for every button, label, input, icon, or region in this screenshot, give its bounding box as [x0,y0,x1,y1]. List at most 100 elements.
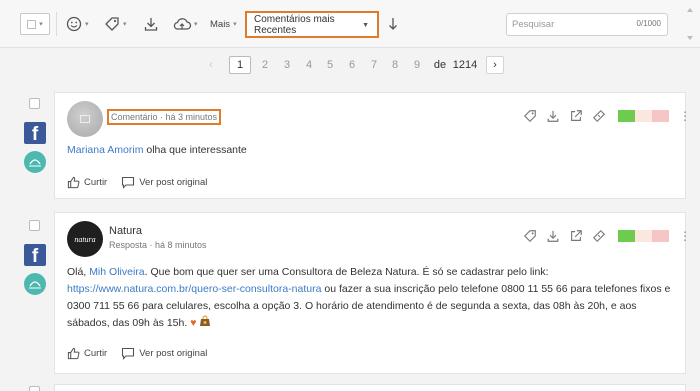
next-page-button[interactable]: › [486,56,504,74]
pagination-of-label: de [433,59,447,71]
divider [56,12,57,36]
chevron-down-icon: ▾ [85,21,89,28]
post-type-timestamp: Resposta · há 8 minutos [109,240,207,250]
chevron-down-icon: ▾ [194,21,198,28]
tag-icon[interactable] [523,229,537,243]
facebook-icon: f [24,244,46,266]
external-link-icon[interactable] [569,109,583,123]
view-original-label: Ver post original [139,348,208,359]
image-placeholder-icon [80,115,90,123]
post-text-intro: Olá, [67,266,90,278]
sort-dropdown[interactable]: Comentários mais Recentes ▼ [245,11,379,38]
like-button[interactable]: Curtir [67,176,107,189]
natura-brand-icon [24,273,46,295]
post-text-part-2: . Que bom que quer ser uma Consultora de… [144,266,549,278]
pagination: ‹ 1 2 3 4 5 6 7 8 9 de 1214 › [0,56,700,74]
sentiment-selector [618,110,669,122]
pagination-total[interactable]: 1214 [450,56,480,74]
cloud-upload-icon [173,18,192,30]
more-button[interactable]: Mais ▾ [210,13,237,35]
facebook-icon: f [24,122,46,144]
search-box: 0/1000 [506,13,668,36]
prev-page-button[interactable]: ‹ [202,56,220,74]
download-icon[interactable] [546,229,560,243]
search-input[interactable] [507,14,617,35]
like-label: Curtir [84,177,108,188]
page-4[interactable]: 4 [300,56,318,74]
thumbs-up-icon [67,347,80,360]
view-original-post-button[interactable]: Ver post original [121,347,207,360]
bag-emoji-icon [200,315,211,326]
post-footer: Curtir Ver post original [67,347,221,360]
post-actions: ⋮ [523,229,691,243]
tag-icon [105,17,119,31]
post-text: Mariana Amorim olha que interessante [67,142,677,159]
download-button[interactable] [143,13,159,35]
post-actions: ⋮ [523,109,691,123]
sentiment-neutral[interactable] [635,110,652,122]
like-button[interactable]: Curtir [67,347,107,360]
post-card-1: Comentário · há 3 minutos ⋮ Mariana Amor… [54,92,691,199]
ticket-icon[interactable] [592,229,606,243]
more-options-icon[interactable]: ⋮ [679,230,691,242]
comment-icon [122,347,135,360]
page-8[interactable]: 8 [386,56,404,74]
post-1-checkbox[interactable] [29,98,40,109]
page-3[interactable]: 3 [278,56,296,74]
more-label: Mais [210,18,231,30]
post-2-checkbox[interactable] [29,220,40,231]
page-7[interactable]: 7 [365,56,383,74]
more-options-icon[interactable]: ⋮ [679,110,691,122]
author-name[interactable]: Natura [109,225,142,237]
avatar: natura [67,221,103,257]
chevron-down-icon: ▾ [39,21,43,28]
page-2[interactable]: 2 [256,56,274,74]
post-card-3 [54,384,686,391]
page-1[interactable]: 1 [229,56,251,74]
orange-heart-icon: ♥ [190,317,197,329]
mention-link[interactable]: Mariana Amorim [67,144,143,156]
sentiment-positive[interactable] [618,110,635,122]
ticket-icon[interactable] [592,109,606,123]
post-footer: Curtir Ver post original [67,176,221,189]
sentiment-negative[interactable] [652,230,669,242]
checkbox-icon [27,19,37,29]
view-original-post-button[interactable]: Ver post original [121,176,207,189]
toolbar: ▾ ▾ ▾ ▾ Mais ▾ Comentários mais Recentes… [0,0,700,48]
tag-filter-button[interactable]: ▾ [104,13,127,35]
avatar [67,101,103,137]
download-icon[interactable] [546,109,560,123]
page-6[interactable]: 6 [343,56,361,74]
download-icon [144,18,158,31]
page-9[interactable]: 9 [408,56,426,74]
post-text: Olá, Mih Oliveira. Que bom que quer ser … [67,264,677,332]
scroll-arrows-icon[interactable] [686,6,694,42]
cloud-upload-button[interactable]: ▾ [172,13,198,35]
sentiment-filter-button[interactable]: ▾ [66,13,89,35]
select-all-dropdown[interactable]: ▾ [20,13,50,35]
caret-down-icon: ▼ [362,22,369,29]
tag-icon[interactable] [523,109,537,123]
smiley-icon [66,16,82,32]
post-1-sidebar: f [24,98,46,173]
post-3-checkbox[interactable] [29,386,40,391]
post-type-timestamp: Comentário · há 3 minutos [107,109,222,125]
sentiment-negative[interactable] [652,110,669,122]
chevron-down-icon: ▾ [233,21,237,28]
sort-direction-button[interactable] [387,13,399,35]
post-3-sidebar [24,386,46,391]
mention-link[interactable]: Mih Oliveira [89,266,144,278]
external-link-icon[interactable] [569,229,583,243]
post-card-2: natura Natura Resposta · há 8 minutos ⋮ … [54,212,691,374]
page-5[interactable]: 5 [321,56,339,74]
search-char-count: 0/1000 [636,19,661,28]
arrow-down-icon [389,18,397,30]
natura-brand-icon [24,151,46,173]
comment-icon [122,176,135,189]
sentiment-positive[interactable] [618,230,635,242]
avatar-text: natura [74,234,96,244]
consultora-link[interactable]: https://www.natura.com.br/quero-ser-cons… [67,283,321,295]
sentiment-neutral[interactable] [635,230,652,242]
thumbs-up-icon [67,176,80,189]
sentiment-selector [618,230,669,242]
